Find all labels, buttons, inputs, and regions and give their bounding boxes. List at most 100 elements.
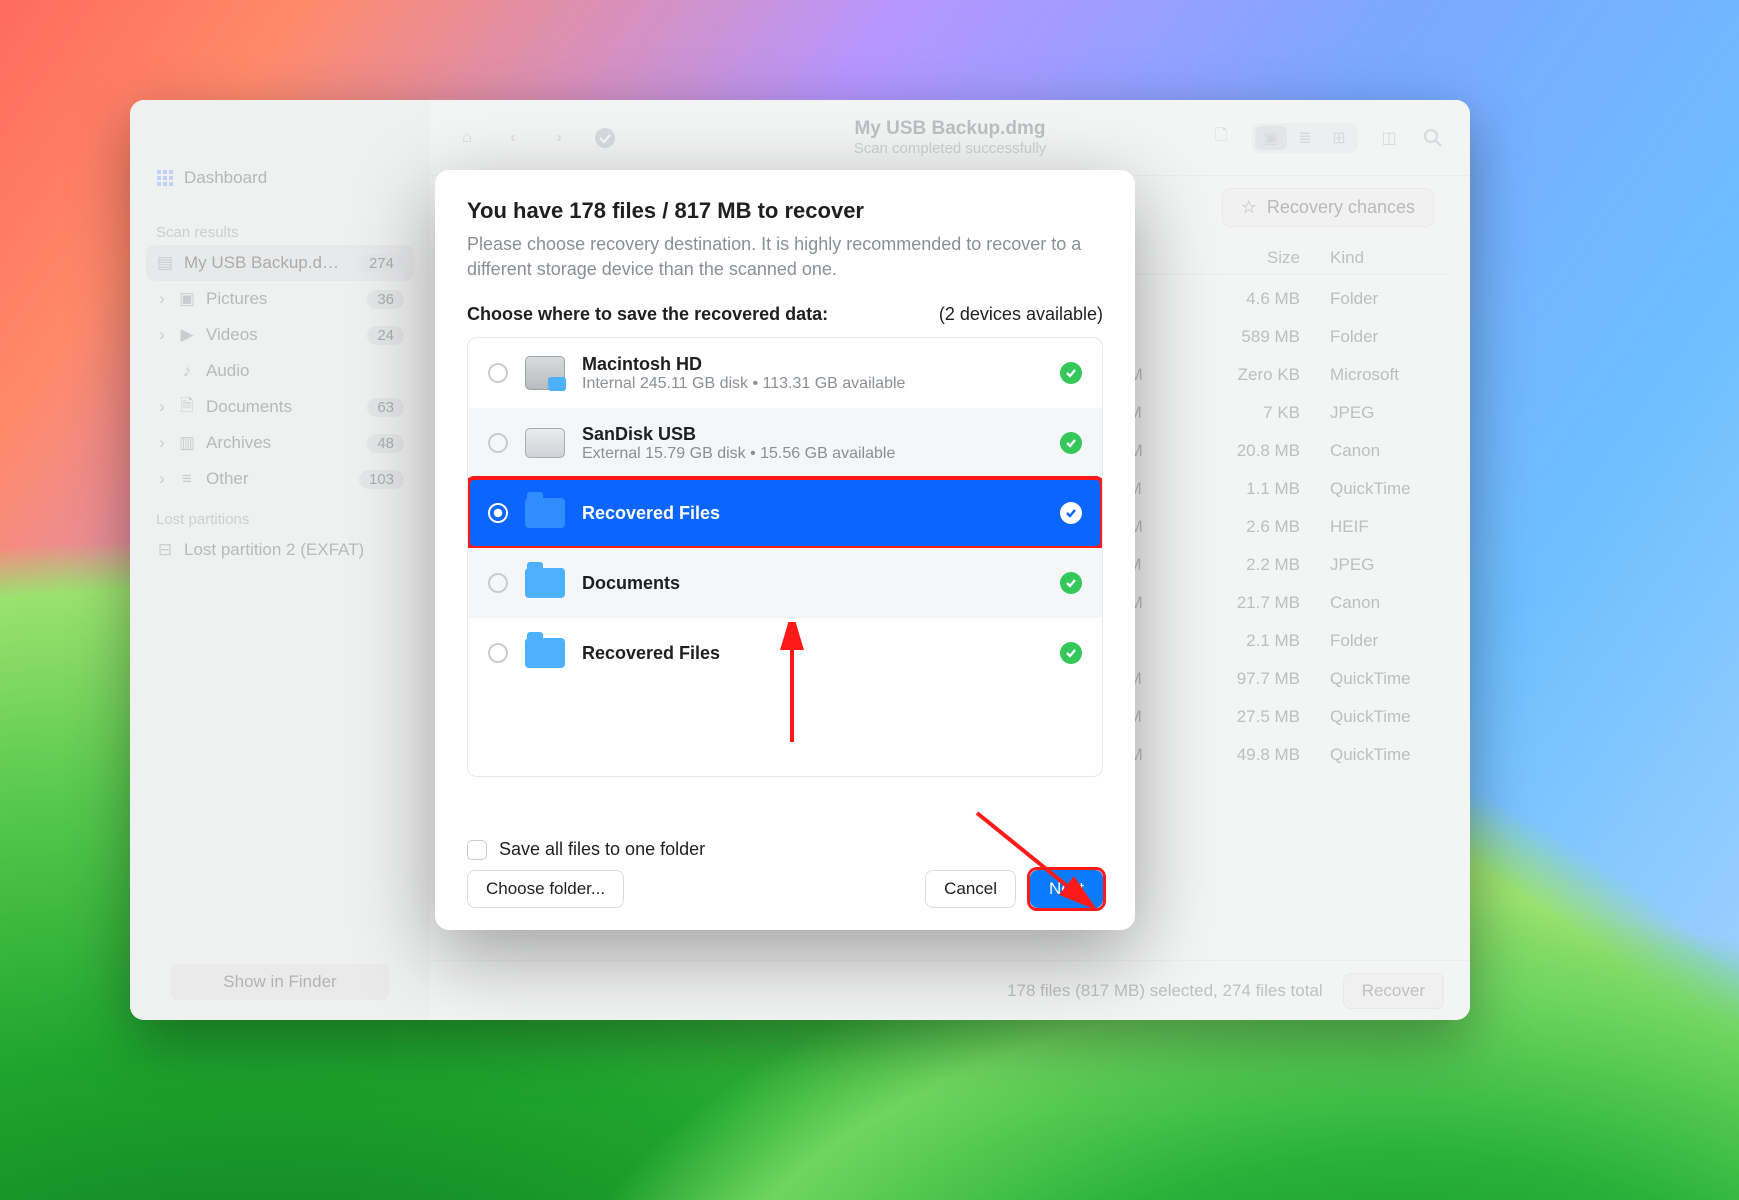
view-grid-icon[interactable]: ⊞ [1323,126,1355,150]
cell-kind: Folder [1330,327,1440,347]
sidebar-item-lost-partition[interactable]: ⊟ Lost partition 2 (EXFAT) [146,532,414,568]
status-ok-icon [592,125,618,151]
videos-icon: ▶ [178,326,196,344]
destination-name: SanDisk USB [582,424,895,445]
cell-kind: Canon [1330,593,1440,613]
sidebar-item-videos[interactable]: › ▶ Videos 24 [146,317,414,353]
status-ok-icon [1060,642,1082,664]
status-ok-icon [1060,362,1082,384]
cell-size: 27.5 MB [1190,707,1330,727]
window-title: My USB Backup.dmg [854,118,1047,140]
sidebar: Dashboard Scan results ▤ My USB Backup.d… [130,100,430,1020]
forward-icon[interactable]: › [546,125,572,151]
sidebar-item-label: Lost partition 2 (EXFAT) [184,540,364,560]
sidebar-item-audio[interactable]: › ♪ Audio [146,353,414,389]
footer: 178 files (817 MB) selected, 274 files t… [430,960,1470,1020]
dashboard-icon [156,169,174,187]
destination-radio[interactable] [488,363,508,383]
recover-button[interactable]: Recover [1343,973,1444,1009]
other-icon: ≡ [178,470,196,488]
sidebar-item-pictures[interactable]: › ▣ Pictures 36 [146,281,414,317]
sidebar-badge: 48 [367,434,404,453]
folder-icon [525,568,565,598]
column-kind[interactable]: Kind [1330,248,1440,268]
sidebar-item-other[interactable]: › ≡ Other 103 [146,461,414,497]
destination-item[interactable]: Recovered Files [468,478,1102,548]
window-subtitle: Scan completed successfully [854,140,1047,157]
recovery-chances-label: Recovery chances [1267,197,1415,218]
search-icon[interactable] [1420,125,1446,151]
destination-item[interactable]: Macintosh HD Internal 245.11 GB disk • 1… [468,338,1102,408]
pictures-icon: ▣ [178,290,196,308]
sidebar-item-label: Pictures [206,289,267,309]
cell-kind: Folder [1330,631,1440,651]
status-ok-icon [1060,432,1082,454]
cell-kind: Canon [1330,441,1440,461]
destination-radio[interactable] [488,503,508,523]
audio-icon: ♪ [178,362,196,380]
save-all-row[interactable]: Save all files to one folder [467,839,705,860]
destination-name: Recovered Files [582,503,720,524]
partition-icon: ⊟ [156,541,174,559]
chevron-right-icon: › [156,397,168,417]
modal-description: Please choose recovery destination. It i… [467,232,1103,282]
cell-kind: QuickTime [1330,745,1440,765]
cell-kind: Microsoft [1330,365,1440,385]
sidebar-item-scan-root[interactable]: ▤ My USB Backup.d… 274 [146,245,414,281]
sidebar-item-documents[interactable]: › 🗎 Documents 63 [146,389,414,425]
destination-radio[interactable] [488,573,508,593]
home-icon[interactable]: ⌂ [454,125,480,151]
status-ok-icon [1060,502,1082,524]
cell-size: 2.2 MB [1190,555,1330,575]
view-folder-icon[interactable]: ▣ [1255,126,1287,150]
folder-icon [525,498,565,528]
sidebar-badge: 103 [359,470,404,489]
recovery-chances-button[interactable]: ☆ Recovery chances [1222,188,1434,227]
column-size[interactable]: Size [1190,248,1330,268]
destination-name: Documents [582,573,680,594]
destination-item[interactable]: Documents [468,548,1102,618]
cell-kind: JPEG [1330,403,1440,423]
destination-item[interactable]: SanDisk USB External 15.79 GB disk • 15.… [468,408,1102,478]
save-all-checkbox[interactable] [467,840,487,860]
destination-list: Macintosh HD Internal 245.11 GB disk • 1… [467,337,1103,777]
sidebar-item-label: Videos [206,325,258,345]
destination-sub: External 15.79 GB disk • 15.56 GB availa… [582,445,895,463]
cancel-button[interactable]: Cancel [925,870,1016,908]
destination-item[interactable]: Recovered Files [468,618,1102,688]
sidebar-item-archives[interactable]: › ▥ Archives 48 [146,425,414,461]
cell-size: Zero KB [1190,365,1330,385]
view-list-icon[interactable]: ≣ [1289,126,1321,150]
destination-radio[interactable] [488,643,508,663]
selection-summary: 178 files (817 MB) selected, 274 files t… [1007,981,1323,1001]
destination-name: Macintosh HD [582,354,905,375]
archives-icon: ▥ [178,434,196,452]
save-all-label: Save all files to one folder [499,839,705,860]
new-file-icon[interactable]: 🗋 [1208,125,1234,151]
sidebar-dashboard[interactable]: Dashboard [146,160,414,196]
cell-size: 589 MB [1190,327,1330,347]
title-block: My USB Backup.dmg Scan completed success… [854,118,1047,157]
show-in-finder-button[interactable]: Show in Finder [170,964,390,1000]
cell-size: 4.6 MB [1190,289,1330,309]
chevron-right-icon: › [156,289,168,309]
cancel-label: Cancel [944,879,997,898]
hard-drive-icon [525,356,565,390]
recover-label: Recover [1362,981,1425,1000]
cell-kind: HEIF [1330,517,1440,537]
sidebar-badge: 274 [359,254,404,273]
disk-image-icon: ▤ [156,254,174,272]
chevron-right-icon: › [156,433,168,453]
back-icon[interactable]: ‹ [500,125,526,151]
next-button[interactable]: Next [1030,870,1103,908]
show-in-finder-label: Show in Finder [223,972,336,991]
sidebar-badge: 63 [367,398,404,417]
chevron-right-icon: › [156,325,168,345]
modal-heading: You have 178 files / 817 MB to recover [467,198,1103,224]
documents-icon: 🗎 [178,398,196,416]
destination-radio[interactable] [488,433,508,453]
sidebar-toggle-icon[interactable]: ◫ [1376,125,1402,151]
cell-kind: QuickTime [1330,669,1440,689]
chevron-right-icon: › [156,469,168,489]
cell-size: 2.6 MB [1190,517,1330,537]
